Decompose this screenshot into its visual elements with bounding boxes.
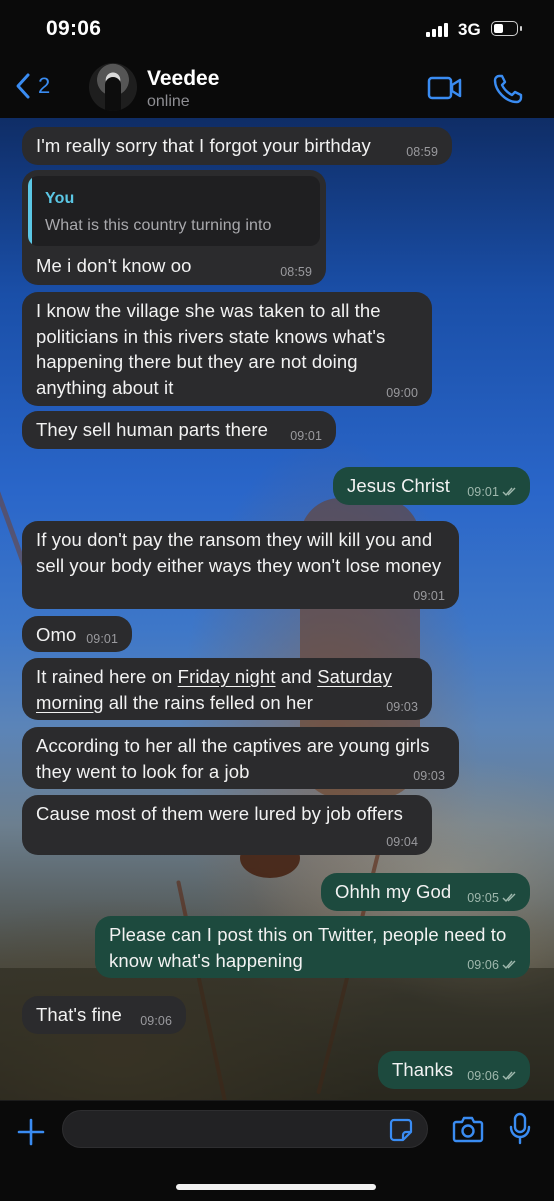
chevron-left-icon [16,73,30,99]
message-time: 09:01 [413,589,445,603]
chat-area[interactable]: I'm really sorry that I forgot your birt… [0,118,554,1100]
message-bubble-incoming[interactable]: Cause most of them were lured by job off… [22,795,432,855]
sticker-icon[interactable] [389,1118,413,1142]
quote-text: What is this country turning into [45,217,272,234]
message-text: Me i don't know oo [36,255,192,276]
message-bubble-incoming[interactable]: It rained here on Friday night and Satur… [22,658,432,720]
message-bubble-incoming[interactable]: That's fine 09:06 [22,996,186,1034]
message-text: According to her all the captives are yo… [36,735,430,782]
battery-icon [491,21,522,36]
message-bubble-outgoing[interactable]: Please can I post this on Twitter, peopl… [95,916,530,978]
camera-icon[interactable] [452,1115,484,1143]
message-text: Cause most of them were lured by job off… [36,803,403,824]
message-text: It rained here on Friday night and Satur… [36,666,393,713]
message-time: 09:06 [467,1069,499,1083]
message-time: 08:59 [406,145,438,159]
home-indicator [176,1184,376,1190]
message-bubble-incoming[interactable]: According to her all the captives are yo… [22,727,459,789]
message-text: If you don't pay the ransom they will ki… [36,529,442,576]
message-input-bar [0,1100,554,1201]
contact-name[interactable]: Veedee [147,67,219,91]
double-check-icon [502,1071,516,1081]
chat-header: 2 Veedee online [0,58,554,119]
double-check-icon [502,893,516,903]
message-time: 09:06 [467,958,499,972]
plus-icon[interactable] [16,1117,46,1147]
message-time: 09:01 [290,429,322,443]
double-check-icon [502,960,516,970]
message-time: 08:59 [280,265,312,279]
message-time: 09:00 [386,386,418,400]
message-input[interactable] [62,1110,428,1148]
message-bubble-outgoing[interactable]: Thanks 09:06 [378,1051,530,1089]
message-bubble-incoming[interactable]: You What is this country turning into Me… [22,170,326,285]
network-type: 3G [458,20,481,39]
message-text: They sell human parts there [36,419,269,440]
avatar[interactable] [89,63,137,111]
message-time: 09:01 [467,485,499,499]
message-text: Please can I post this on Twitter, peopl… [109,924,507,971]
message-time: 09:03 [413,769,445,783]
message-text: I'm really sorry that I forgot your birt… [36,135,371,156]
back-button[interactable]: 2 [14,72,50,100]
status-bar: 09:06 3G [0,0,554,58]
message-bubble-incoming[interactable]: I'm really sorry that I forgot your birt… [22,127,452,165]
message-bubble-outgoing[interactable]: Jesus Christ 09:01 [333,467,530,505]
message-time: 09:05 [467,891,499,905]
quote-author: You [45,190,75,207]
microphone-icon[interactable] [508,1112,532,1146]
contact-status: online [147,93,190,110]
video-camera-icon[interactable] [427,75,463,101]
message-time: 09:03 [386,700,418,714]
quoted-message[interactable]: You What is this country turning into [28,176,320,246]
message-bubble-incoming[interactable]: They sell human parts there 09:01 [22,411,336,449]
phone-icon[interactable] [492,73,524,105]
message-text: I know the village she was taken to all … [36,300,386,398]
message-bubble-incoming[interactable]: Omo 09:01 [22,616,132,652]
message-bubble-incoming[interactable]: I know the village she was taken to all … [22,292,432,406]
message-time: 09:01 [86,632,118,646]
status-time: 09:06 [46,17,102,40]
double-check-icon [502,487,516,497]
unread-count: 2 [38,73,51,98]
signal-icon [426,22,448,37]
message-time: 09:06 [140,1014,172,1028]
message-bubble-outgoing[interactable]: Ohhh my God 09:05 [321,873,530,911]
message-time: 09:04 [386,835,418,849]
message-bubble-incoming[interactable]: If you don't pay the ransom they will ki… [22,521,459,609]
date-link[interactable]: Friday night [178,666,276,687]
